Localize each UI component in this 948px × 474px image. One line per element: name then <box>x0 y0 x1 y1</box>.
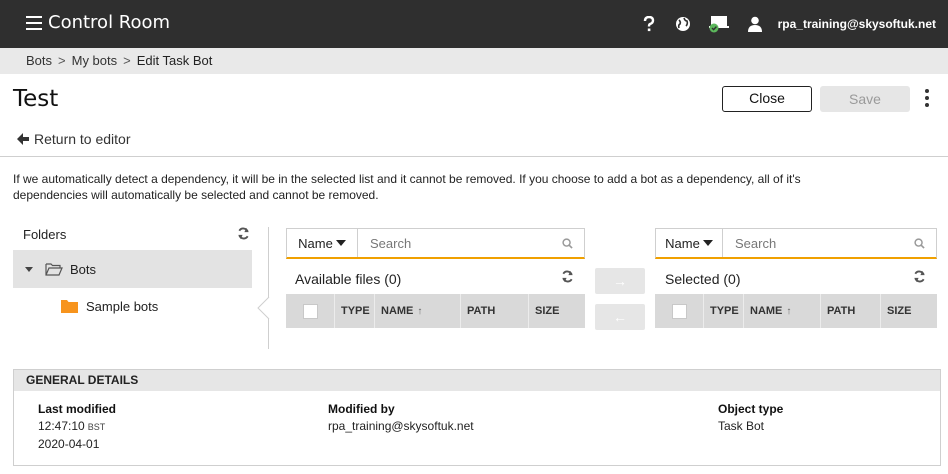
available-table-header: TYPE NAME ↑ PATH SIZE <box>286 294 585 328</box>
breadcrumb-my-bots[interactable]: My bots <box>72 53 118 68</box>
caret-down-icon[interactable] <box>25 266 33 272</box>
selected-filter-select[interactable]: Name <box>656 229 724 257</box>
selected-col-name-label: NAME <box>750 305 783 317</box>
folder-icon <box>61 300 78 313</box>
divider <box>0 156 948 157</box>
modified-by-field: Modified by rpa_training@skysoftuk.net <box>328 401 474 435</box>
last-modified-time-row: 12:47:10 BST <box>38 418 116 436</box>
folders-refresh-icon[interactable] <box>237 227 250 243</box>
available-refresh-icon[interactable] <box>561 270 574 286</box>
available-filter-select[interactable]: Name <box>287 229 358 257</box>
folder-label-bots: Bots <box>70 261 97 277</box>
modified-by-value: rpa_training@skysoftuk.net <box>328 419 474 433</box>
add-dependency-button[interactable]: → <box>595 268 645 294</box>
selected-search-input[interactable] <box>723 229 912 257</box>
top-icons: rpa_training@skysoftuk.net <box>624 0 948 48</box>
selected-table-header: TYPE NAME ↑ PATH SIZE <box>655 294 937 328</box>
selected-col-path[interactable]: PATH <box>820 294 880 328</box>
selected-select-all[interactable] <box>655 294 703 328</box>
app-title[interactable]: Control Room <box>48 12 170 33</box>
available-filter-label: Name <box>298 235 333 251</box>
help-icon[interactable] <box>640 15 658 33</box>
last-modified-time: 12:47:10 <box>38 419 85 433</box>
panel-notch <box>257 297 270 319</box>
top-bar: Control Room rpa_training@skysoftuk.net <box>0 0 948 48</box>
dropdown-caret-icon <box>702 240 713 246</box>
selected-col-size[interactable]: SIZE <box>880 294 937 328</box>
more-options-icon[interactable] <box>924 89 930 109</box>
general-details-panel: GENERAL DETAILS Last modified 12:47:10 BS… <box>13 369 941 466</box>
selected-col-type[interactable]: TYPE <box>703 294 743 328</box>
last-modified-date: 2020-04-01 <box>38 437 100 451</box>
folder-item-bots[interactable]: Bots <box>13 250 252 288</box>
breadcrumb-current: Edit Task Bot <box>136 53 213 68</box>
breadcrumb-bar: Bots > My bots > Edit Task Bot <box>0 48 948 74</box>
folder-item-sample-bots[interactable]: Sample bots <box>13 288 252 324</box>
available-search-input[interactable] <box>358 229 558 257</box>
select-all-checkbox[interactable] <box>302 303 318 319</box>
selected-refresh-icon[interactable] <box>913 270 926 286</box>
user-email[interactable]: rpa_training@skysoftuk.net <box>778 17 936 31</box>
folder-label-sample-bots: Sample bots <box>86 298 159 314</box>
page-title: Test <box>13 86 59 112</box>
dropdown-caret-icon <box>335 240 346 246</box>
return-to-editor-link[interactable]: Return to editor <box>16 131 131 147</box>
remove-dependency-button[interactable]: ← <box>595 304 645 330</box>
available-search-box: Name <box>286 228 585 259</box>
selected-search-box: Name <box>655 228 937 259</box>
last-modified-field: Last modified 12:47:10 BST 2020-04-01 <box>38 401 116 453</box>
selected-filter-label: Name <box>665 235 700 251</box>
selected-col-name[interactable]: NAME ↑ <box>743 294 820 328</box>
globe-icon[interactable] <box>674 15 692 33</box>
breadcrumb-separator: > <box>58 53 66 68</box>
select-all-checkbox[interactable] <box>671 303 687 319</box>
available-col-name[interactable]: NAME ↑ <box>374 294 460 328</box>
folder-open-icon <box>45 263 63 276</box>
sort-up-icon: ↑ <box>417 305 423 317</box>
breadcrumb-bots[interactable]: Bots <box>26 53 52 68</box>
available-col-name-label: NAME <box>381 305 414 317</box>
search-icon[interactable] <box>911 237 928 249</box>
last-modified-timezone: BST <box>87 422 106 432</box>
user-icon[interactable] <box>746 15 764 33</box>
breadcrumb: Bots > My bots > Edit Task Bot <box>26 53 212 68</box>
hamburger-menu-icon[interactable] <box>26 16 42 30</box>
modified-by-label: Modified by <box>328 402 395 416</box>
selected-title: Selected (0) <box>665 271 741 287</box>
device-status-icon[interactable] <box>708 15 730 33</box>
object-type-value: Task Bot <box>718 419 765 433</box>
panel-divider <box>268 227 269 349</box>
available-col-size[interactable]: SIZE <box>528 294 585 328</box>
close-button[interactable]: Close <box>722 86 812 112</box>
available-files-title: Available files (0) <box>295 271 402 287</box>
search-icon[interactable] <box>558 237 576 249</box>
folders-title: Folders <box>23 227 67 242</box>
return-to-editor-label: Return to editor <box>34 131 131 147</box>
object-type-label: Object type <box>718 402 784 416</box>
object-type-field: Object type Task Bot <box>718 401 783 435</box>
breadcrumb-separator: > <box>123 53 131 68</box>
available-col-type[interactable]: TYPE <box>334 294 374 328</box>
sort-up-icon: ↑ <box>786 305 792 317</box>
save-button[interactable]: Save <box>820 86 910 112</box>
dependency-info-text: If we automatically detect a dependency,… <box>13 172 801 202</box>
last-modified-label: Last modified <box>38 402 117 416</box>
general-details-title: GENERAL DETAILS <box>14 370 940 391</box>
arrow-left-icon <box>17 133 29 145</box>
available-col-path[interactable]: PATH <box>460 294 528 328</box>
available-select-all[interactable] <box>286 294 334 328</box>
